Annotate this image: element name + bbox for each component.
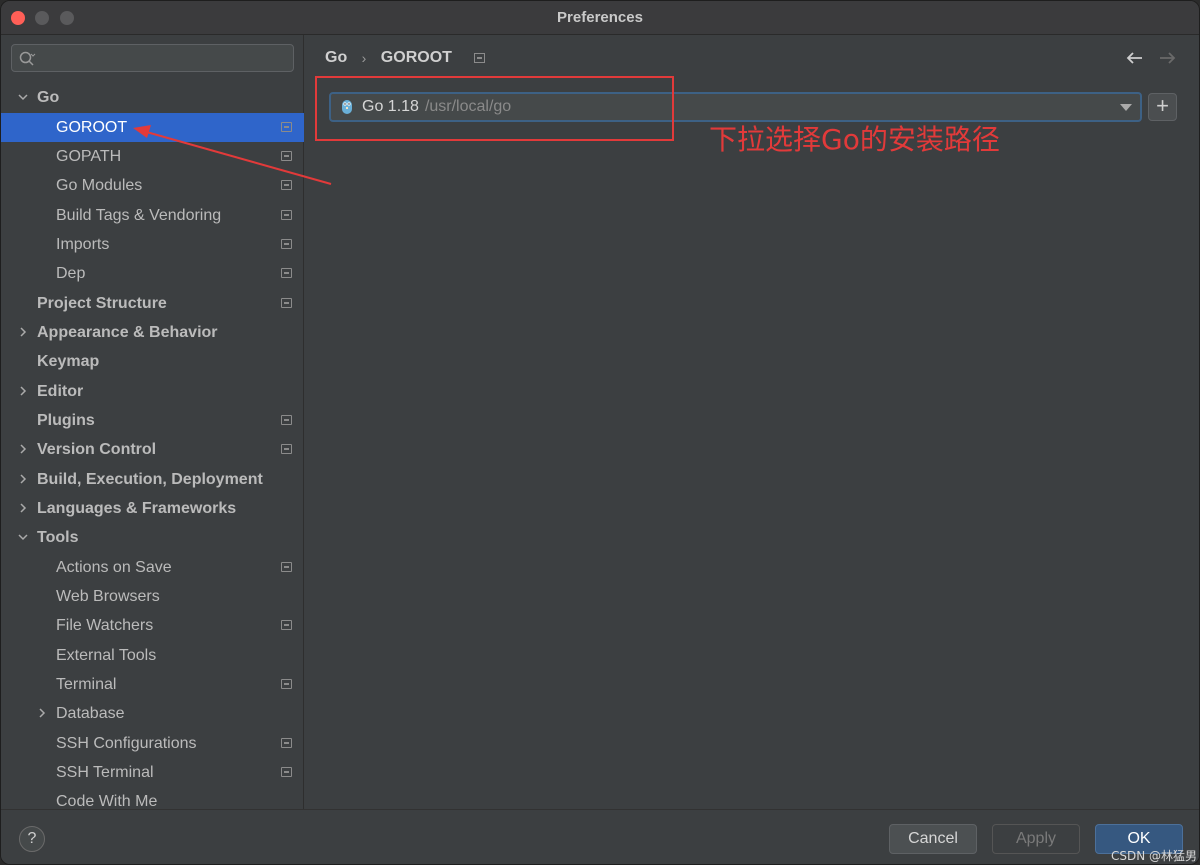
annotation-highlight-box <box>315 76 674 141</box>
tree-item-go-modules[interactable]: Go Modules <box>1 171 304 200</box>
tree-item-label: Build Tags & Vendoring <box>56 207 222 224</box>
apply-button[interactable]: Apply <box>992 824 1080 854</box>
tree-item-label: Imports <box>56 236 110 253</box>
help-button[interactable]: ? <box>19 826 45 852</box>
chevron-down-icon[interactable] <box>17 531 29 543</box>
annotation-text: 下拉选择Go的安装路径 <box>709 123 1000 156</box>
preferences-window: Preferences Go GOROOT GOPATH Go Modules … <box>0 0 1200 865</box>
chevron-right-icon[interactable] <box>17 473 29 485</box>
tree-item-label: Appearance & Behavior <box>37 324 218 341</box>
tree-item-file-watchers[interactable]: File Watchers <box>1 611 304 640</box>
tree-item-terminal[interactable]: Terminal <box>1 670 304 699</box>
tree-item-label: Version Control <box>37 441 157 458</box>
tree-item-go[interactable]: Go <box>1 83 304 112</box>
tree-item-database[interactable]: Database <box>1 699 304 728</box>
dropdown-caret-icon[interactable] <box>1120 104 1132 111</box>
project-scope-icon <box>281 180 292 190</box>
tree-item-label: Dep <box>56 265 86 282</box>
tree-item-ssh-configurations[interactable]: SSH Configurations <box>1 729 304 758</box>
project-scope-icon <box>281 738 292 748</box>
tree-item-label: Go Modules <box>56 177 143 194</box>
tree-item-dep[interactable]: Dep <box>1 259 304 288</box>
back-arrow-icon[interactable] <box>1125 48 1145 68</box>
tree-item-label: Project Structure <box>37 295 167 312</box>
tree-item-imports[interactable]: Imports <box>1 230 304 259</box>
settings-search-input[interactable] <box>11 44 294 72</box>
chevron-right-icon[interactable] <box>36 707 48 719</box>
tree-item-label: File Watchers <box>56 617 154 634</box>
project-scope-icon <box>281 444 292 454</box>
project-scope-icon <box>281 767 292 777</box>
tree-item-languages-frameworks[interactable]: Languages & Frameworks <box>1 494 304 523</box>
tree-item-build-execution-deployment[interactable]: Build, Execution, Deployment <box>1 465 304 494</box>
tree-item-label: Tools <box>37 529 79 546</box>
tree-item-label: Keymap <box>37 353 100 370</box>
tree-item-label: Build, Execution, Deployment <box>37 471 263 488</box>
tree-item-external-tools[interactable]: External Tools <box>1 641 304 670</box>
tree-item-label: GOPATH <box>56 148 122 165</box>
settings-sidebar: Go GOROOT GOPATH Go Modules Build Tags &… <box>1 35 304 810</box>
tree-item-label: Plugins <box>37 412 95 429</box>
search-icon <box>19 51 36 66</box>
project-scope-icon <box>474 53 486 63</box>
tree-item-plugins[interactable]: Plugins <box>1 406 304 435</box>
chevron-down-icon[interactable] <box>17 91 29 103</box>
settings-content-panel: Go › GOROOT Go 1.18/usr/local/go + 下拉选择G… <box>305 35 1199 809</box>
breadcrumb-current: GOROOT <box>380 49 452 66</box>
add-sdk-button[interactable]: + <box>1148 93 1177 121</box>
project-scope-icon <box>281 415 292 425</box>
tree-item-label: Languages & Frameworks <box>37 500 237 517</box>
tree-item-keymap[interactable]: Keymap <box>1 347 304 376</box>
window-title: Preferences <box>557 9 643 26</box>
tree-item-label: Go <box>37 89 60 106</box>
tree-item-version-control[interactable]: Version Control <box>1 435 304 464</box>
forward-arrow-icon[interactable] <box>1157 48 1177 68</box>
tree-item-label: Terminal <box>56 676 117 693</box>
chevron-right-icon[interactable] <box>17 502 29 514</box>
project-scope-icon <box>281 268 292 278</box>
project-scope-icon <box>281 620 292 630</box>
watermark: CSDN @林猛男 <box>1111 849 1198 863</box>
breadcrumb: Go › GOROOT <box>325 49 486 67</box>
tree-item-gopath[interactable]: GOPATH <box>1 142 304 171</box>
project-scope-icon <box>281 679 292 689</box>
chevron-right-icon[interactable] <box>17 443 29 455</box>
tree-item-editor[interactable]: Editor <box>1 377 304 406</box>
chevron-right-icon[interactable] <box>17 385 29 397</box>
project-scope-icon <box>281 239 292 249</box>
project-scope-icon <box>281 210 292 220</box>
breadcrumb-parent[interactable]: Go <box>325 49 347 67</box>
tree-item-label: Editor <box>37 383 84 400</box>
tree-item-actions-on-save[interactable]: Actions on Save <box>1 553 304 582</box>
tree-item-appearance-behavior[interactable]: Appearance & Behavior <box>1 318 304 347</box>
project-scope-icon <box>281 151 292 161</box>
tree-item-project-structure[interactable]: Project Structure <box>1 289 304 318</box>
project-scope-icon <box>281 122 292 132</box>
tree-item-label: External Tools <box>56 647 157 664</box>
project-scope-icon <box>281 298 292 308</box>
title-bar: Preferences <box>1 1 1199 35</box>
tree-item-label: Database <box>56 705 125 722</box>
tree-item-label: SSH Configurations <box>56 735 197 752</box>
dialog-footer: ? Cancel Apply OK CSDN @林猛男 <box>1 809 1199 864</box>
cancel-button[interactable]: Cancel <box>889 824 977 854</box>
tree-item-ssh-terminal[interactable]: SSH Terminal <box>1 758 304 787</box>
tree-item-web-browsers[interactable]: Web Browsers <box>1 582 304 611</box>
tree-item-goroot[interactable]: GOROOT <box>1 113 304 142</box>
project-scope-icon <box>281 562 292 572</box>
breadcrumb-separator-icon: › <box>361 50 367 66</box>
tree-item-tools[interactable]: Tools <box>1 523 304 552</box>
tree-item-label: GOROOT <box>56 119 128 136</box>
chevron-right-icon[interactable] <box>17 326 29 338</box>
tree-item-build-tags[interactable]: Build Tags & Vendoring <box>1 201 304 230</box>
tree-item-label: Actions on Save <box>56 559 172 576</box>
tree-item-label: SSH Terminal <box>56 764 154 781</box>
tree-item-label: Web Browsers <box>56 588 160 605</box>
